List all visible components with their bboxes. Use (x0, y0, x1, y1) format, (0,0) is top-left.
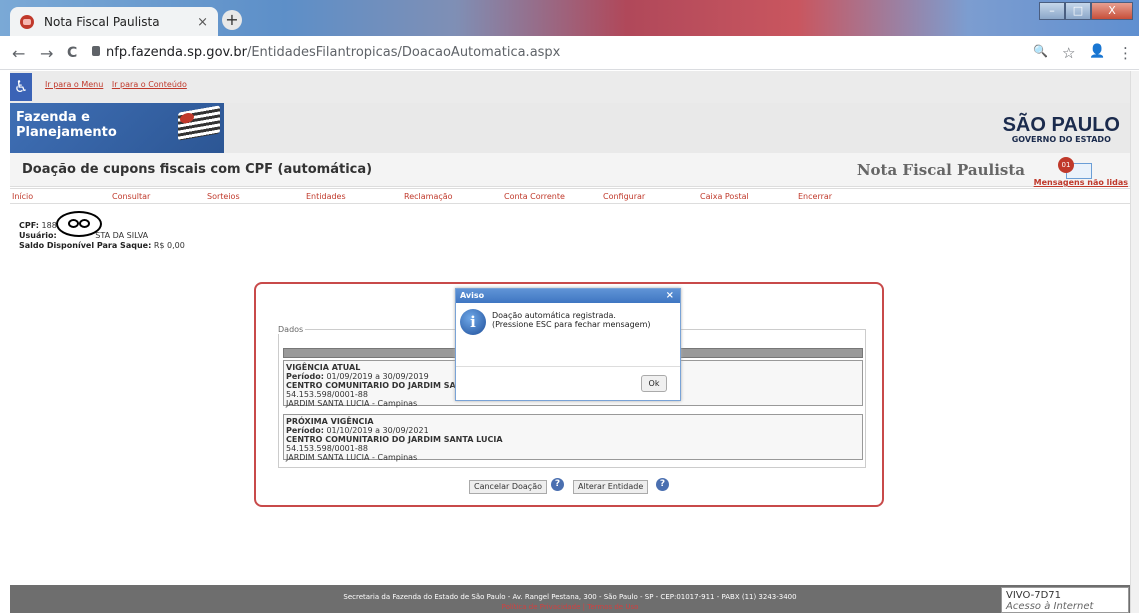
fazenda-logo[interactable]: Fazenda e Planejamento (10, 103, 224, 153)
footer-address: Secretaria da Fazenda do Estado de São P… (343, 593, 797, 601)
maximize-button[interactable]: □ (1065, 2, 1091, 20)
footer-links: Política de Privacidade | Termos de Uso (10, 603, 1130, 611)
account-icon[interactable]: 👤 (1089, 44, 1105, 59)
network-status: Acesso à Internet (1006, 601, 1094, 612)
change-entity-button[interactable]: Alterar Entidade (573, 480, 649, 494)
skip-links: Ir para o Menu Ir para o Conteúdo (45, 80, 193, 89)
forward-icon[interactable]: → (40, 44, 53, 63)
page-content: ♿ Ir para o Menu Ir para o Conteúdo Faze… (0, 71, 1130, 613)
next-entity-cnpj: 54.153.598/0001-88 (286, 444, 368, 453)
title-bar: Doação de cupons fiscais com CPF (automá… (10, 153, 1130, 187)
window-close-button[interactable]: X (1091, 2, 1133, 20)
browser-tab[interactable]: Nota Fiscal Paulista × (10, 7, 218, 37)
url-path: /EntidadesFilantropicas/DoacaoAutomatica… (246, 45, 561, 60)
next-period-title: PRÓXIMA VIGÊNCIA (286, 417, 374, 426)
lock-icon (92, 46, 100, 56)
menu-item-reclamacao[interactable]: Reclamação (404, 192, 453, 201)
menu-item-inicio[interactable]: Início (12, 192, 33, 201)
link-go-to-content[interactable]: Ir para o Conteúdo (112, 80, 187, 89)
message-count-badge: 01 (1058, 157, 1074, 173)
sp-logo-title: SÃO PAULO (1002, 114, 1120, 136)
browser-toolbar: ← → C nfp.fazenda.sp.gov.br/EntidadesFil… (0, 36, 1139, 70)
sao-paulo-logo: SÃO PAULO GOVERNO DO ESTADO (1003, 115, 1120, 144)
menu-item-entidades[interactable]: Entidades (306, 192, 346, 201)
unread-messages-link[interactable]: Mensagens não lidas (1034, 178, 1128, 187)
next-entity-name: CENTRO COMUNITARIO DO JARDIM SANTA LUCIA (286, 435, 503, 444)
next-entity-location: JARDIM SANTA LUCIA - Campinas (286, 453, 418, 462)
browser-titlebar: Nota Fiscal Paulista × + – □ X (0, 0, 1139, 37)
menu-item-conta-corrente[interactable]: Conta Corrente (504, 192, 565, 201)
cancel-help-icon[interactable]: ? (551, 478, 564, 491)
current-period-label: Período: (286, 372, 324, 381)
cancel-donation-button[interactable]: Cancelar Doação (469, 480, 547, 494)
next-period-dates: 01/10/2019 a 30/09/2021 (326, 426, 429, 435)
privacy-policy-link[interactable]: Política de Privacidade (502, 603, 581, 611)
dialog-close-icon[interactable]: × (666, 290, 674, 301)
page-scrollbar[interactable] (1130, 71, 1139, 613)
browser-menu-icon[interactable]: ⋮ (1118, 44, 1133, 62)
saldo-row: Saldo Disponível Para Saque: R$ 0,00 (19, 241, 185, 251)
current-period-title: VIGÊNCIA ATUAL (286, 363, 361, 372)
user-info: CPF: 188 Usuário: STA DA SILVA Saldo Dis… (19, 221, 185, 251)
window-controls: – □ X (1039, 2, 1133, 20)
cpf-label: CPF: (19, 221, 39, 230)
user-value: STA DA SILVA (95, 231, 149, 240)
site-banner: Fazenda e Planejamento SÃO PAULO GOVERNO… (10, 103, 1130, 153)
saldo-value: R$ 0,00 (153, 241, 185, 250)
dialog-message-line2: (Pressione ESC para fechar mensagem) (492, 320, 651, 329)
info-icon: i (460, 309, 486, 335)
fieldset-legend: Dados (276, 325, 306, 334)
zoom-icon[interactable]: 🔍 (1033, 44, 1048, 58)
sp-logo-subtitle: GOVERNO DO ESTADO (1011, 135, 1111, 144)
dialog-separator (456, 366, 680, 367)
menu-item-sorteios[interactable]: Sorteios (207, 192, 240, 201)
current-entity-name: CENTRO COMUNITARIO DO JARDIM SANT (286, 381, 468, 390)
next-period-box: PRÓXIMA VIGÊNCIA Período: 01/10/2019 a 3… (283, 414, 863, 462)
cpf-value: 188 (41, 221, 57, 230)
footer: Secretaria da Fazenda do Estado de São P… (10, 585, 1130, 613)
accessibility-bar: ♿ Ir para o Menu Ir para o Conteúdo (10, 71, 1130, 103)
next-period-label: Período: (286, 426, 324, 435)
page-title: Doação de cupons fiscais com CPF (automá… (22, 162, 373, 177)
menu-item-configurar[interactable]: Configurar (603, 192, 645, 201)
dialog-message-line1: Doação automática registrada. (492, 311, 616, 320)
tab-title: Nota Fiscal Paulista (44, 15, 160, 29)
footer-link-separator: | (582, 603, 585, 611)
ok-button[interactable]: Ok (641, 375, 667, 392)
user-row: Usuário: STA DA SILVA (19, 231, 185, 241)
network-name: VIVO-7D71 (1006, 590, 1061, 601)
network-tooltip: VIVO-7D71 Acesso à Internet (1001, 587, 1129, 613)
main-menu: Início Consultar Sorteios Entidades Recl… (10, 188, 1130, 204)
dialog-header: Aviso × (456, 289, 680, 303)
link-go-to-menu[interactable]: Ir para o Menu (45, 80, 103, 89)
change-help-icon[interactable]: ? (656, 478, 669, 491)
menu-item-consultar[interactable]: Consultar (112, 192, 150, 201)
tab-close-icon[interactable]: × (197, 15, 208, 30)
url-host: nfp.fazenda.sp.gov.br (106, 45, 247, 60)
notice-dialog: Aviso × i Doação automática registrada. … (455, 288, 681, 401)
terms-of-use-link[interactable]: Termos de Uso (587, 603, 638, 611)
back-icon[interactable]: ← (12, 44, 25, 63)
dialog-message: Doação automática registrada. (Pressione… (492, 311, 651, 329)
dialog-title: Aviso (460, 291, 485, 300)
site-favicon-icon (20, 15, 34, 29)
menu-item-encerrar[interactable]: Encerrar (798, 192, 832, 201)
current-period-dates: 01/09/2019 a 30/09/2019 (326, 372, 429, 381)
messages-icon[interactable]: 01 (1058, 157, 1092, 179)
saldo-label: Saldo Disponível Para Saque: (19, 241, 152, 250)
reload-icon[interactable]: C (67, 45, 77, 61)
user-label: Usuário: (19, 231, 57, 240)
menu-item-caixa-postal[interactable]: Caixa Postal (700, 192, 749, 201)
minimize-button[interactable]: – (1039, 2, 1065, 20)
app-title: Nota Fiscal Paulista (856, 161, 1025, 179)
address-bar[interactable]: nfp.fazenda.sp.gov.br/EntidadesFilantrop… (106, 45, 560, 60)
bookmark-star-icon[interactable]: ☆ (1062, 44, 1075, 62)
accessibility-icon[interactable]: ♿ (10, 73, 32, 101)
new-tab-button[interactable]: + (222, 10, 242, 30)
redaction-smiley-icon (56, 211, 102, 237)
